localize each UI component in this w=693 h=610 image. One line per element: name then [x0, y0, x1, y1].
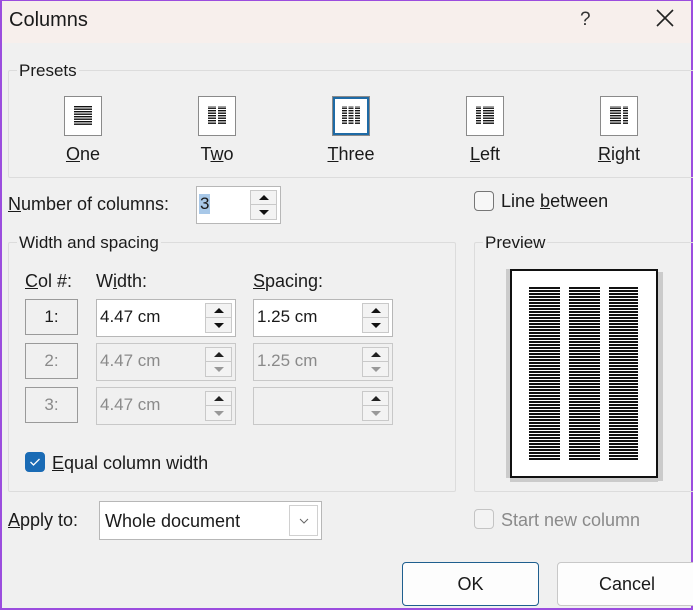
preview-column	[569, 287, 600, 461]
preview-page	[510, 269, 658, 478]
col-3-spacing-decrement	[363, 406, 388, 420]
arrow-down-icon	[213, 322, 224, 328]
col-2-width-increment	[206, 348, 231, 362]
col-1-width-decrement[interactable]	[206, 318, 231, 332]
col-2-spacing-spinner: 1.25 cm	[253, 343, 393, 381]
arrow-down-icon	[370, 366, 381, 372]
preset-two[interactable]: Two	[177, 96, 257, 165]
close-icon	[656, 9, 674, 27]
close-button[interactable]	[654, 7, 678, 31]
preset-three[interactable]: Three	[311, 96, 391, 165]
col-1-spacing-decrement[interactable]	[363, 318, 388, 332]
line-between-label: Line between	[501, 191, 609, 211]
col-3-width-increment	[206, 392, 231, 406]
col-1-width-increment[interactable]	[206, 304, 231, 318]
preset-right[interactable]: Right	[579, 96, 659, 165]
one-column-icon	[74, 106, 92, 125]
start-new-column-label: Start new column	[501, 510, 641, 530]
col-2-width-spinner: 4.47 cm	[96, 343, 236, 381]
dialog-title: Columns	[9, 9, 88, 31]
line-between-checkbox[interactable]	[474, 191, 494, 211]
col-1-width-spinner[interactable]: 4.47 cm	[96, 299, 236, 337]
col-2-spacing-input: 1.25 cm	[257, 351, 318, 370]
arrow-up-icon	[213, 352, 224, 357]
preset-three-label: Three	[327, 144, 375, 164]
arrow-up-icon	[213, 308, 224, 313]
preset-two-label: Two	[200, 144, 234, 164]
arrow-down-icon	[258, 209, 269, 215]
chevron-down-icon	[299, 518, 308, 524]
help-button[interactable]: ?	[580, 9, 591, 31]
col-1-label: 1:	[25, 299, 78, 335]
arrow-down-icon	[370, 410, 381, 416]
col-3-spacing-spinner	[253, 387, 393, 425]
col-2-label: 2:	[25, 343, 78, 379]
arrow-up-icon	[370, 308, 381, 313]
cancel-button[interactable]: Cancel	[557, 562, 693, 606]
right-column-icon	[610, 106, 628, 125]
preview-column	[609, 287, 638, 461]
columns-dialog: Columns ? Presets One Two Three Left Rig…	[0, 0, 693, 610]
number-of-columns-spinner[interactable]: 3	[196, 186, 281, 224]
col-2-spacing-decrement	[363, 362, 388, 376]
apply-to-label: Apply to:	[8, 510, 79, 530]
arrow-up-icon	[213, 396, 224, 401]
two-columns-icon	[208, 106, 226, 125]
number-of-columns-increment[interactable]	[251, 191, 276, 205]
checkmark-icon	[30, 458, 40, 466]
title-bar: Columns ?	[2, 1, 691, 43]
arrow-up-icon	[258, 195, 269, 200]
apply-to-dropdown[interactable]: Whole document	[99, 501, 322, 540]
col-1-width-input[interactable]: 4.47 cm	[100, 307, 160, 327]
width-header: Width:	[96, 271, 148, 291]
col-1-spacing-increment[interactable]	[363, 304, 388, 318]
col-3-width-spinner: 4.47 cm	[96, 387, 236, 425]
equal-column-width-checkbox[interactable]	[25, 452, 45, 472]
equal-column-width-label: Equal column width	[52, 453, 209, 473]
preset-left[interactable]: Left	[445, 96, 525, 165]
preview-column	[529, 287, 560, 461]
arrow-down-icon	[370, 322, 381, 328]
col-3-width-input: 4.47 cm	[100, 395, 161, 414]
start-new-column-checkbox	[474, 509, 494, 529]
col-1-spacing-spinner[interactable]: 1.25 cm	[253, 299, 393, 337]
arrow-down-icon	[213, 366, 224, 372]
left-column-icon	[476, 106, 494, 125]
col-number-header: Col #:	[25, 271, 73, 291]
col-2-spacing-increment	[363, 348, 388, 362]
three-columns-icon	[342, 106, 360, 125]
arrow-up-icon	[370, 352, 381, 357]
col-3-width-decrement	[206, 406, 231, 420]
preset-one-label: One	[65, 144, 101, 164]
col-1-spacing-input[interactable]: 1.25 cm	[257, 307, 317, 327]
preset-left-label: Left	[469, 144, 501, 164]
preset-right-label: Right	[597, 144, 641, 164]
presets-label: Presets	[17, 61, 79, 81]
arrow-down-icon	[213, 410, 224, 416]
number-of-columns-decrement[interactable]	[251, 205, 276, 219]
col-2-width-input: 4.47 cm	[100, 351, 161, 370]
preset-one[interactable]: One	[43, 96, 123, 165]
spacing-header: Spacing:	[253, 271, 324, 291]
number-of-columns-input[interactable]: 3	[199, 194, 211, 214]
width-spacing-label: Width and spacing	[17, 233, 161, 253]
arrow-up-icon	[370, 396, 381, 401]
apply-to-value: Whole document	[105, 511, 241, 531]
col-2-width-decrement	[206, 362, 231, 376]
col-3-spacing-increment	[363, 392, 388, 406]
ok-button[interactable]: OK	[402, 562, 539, 606]
dropdown-button[interactable]	[289, 505, 318, 536]
col-3-label: 3:	[25, 387, 78, 423]
number-of-columns-label: Number of columns:	[8, 194, 170, 214]
preview-label: Preview	[483, 233, 548, 253]
